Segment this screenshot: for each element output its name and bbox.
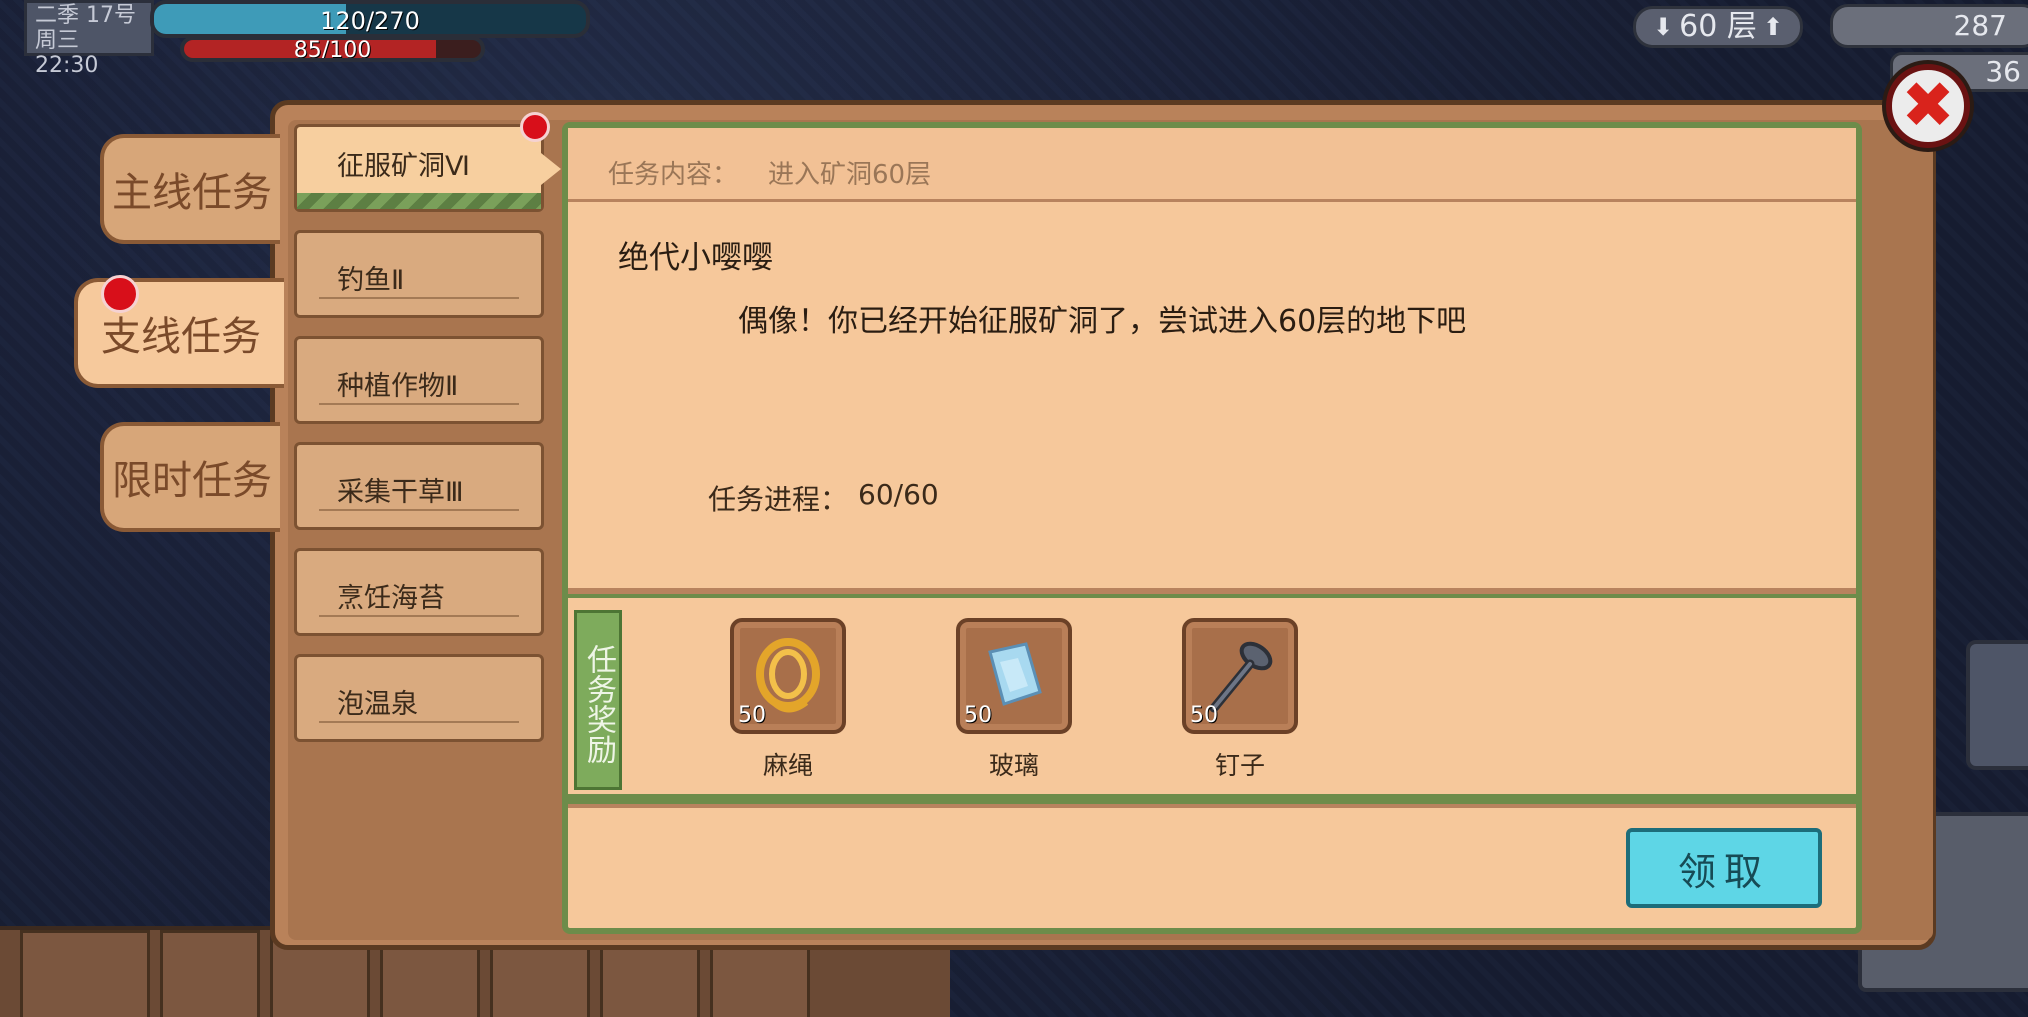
floor-indicator[interactable]: ⬇ 60 层 ⬆ — [1633, 6, 1803, 48]
reward-item-rope[interactable]: 50 麻绳 — [730, 618, 846, 782]
item-quantity: 50 — [738, 703, 766, 728]
item-slot[interactable]: 50 — [956, 618, 1072, 734]
task-item-planting[interactable]: 种植作物Ⅱ — [294, 336, 544, 424]
divider — [568, 588, 1856, 598]
item-quantity: 50 — [964, 703, 992, 728]
weekday-time: 周三 22:30 — [35, 28, 99, 78]
divider — [319, 721, 519, 723]
notification-dot — [520, 112, 550, 142]
toolbar-slot[interactable] — [160, 930, 260, 1017]
tab-limited-quests[interactable]: 限时任务 — [100, 422, 280, 532]
content-value: 进入矿洞60层 — [768, 160, 932, 190]
tab-label: 主线任务 — [112, 170, 272, 216]
task-label: 种植作物Ⅱ — [337, 371, 459, 402]
season-day: 二季 17号 — [35, 3, 136, 28]
progress-value: 60/60 — [858, 478, 939, 511]
tab-label: 支线任务 — [101, 314, 261, 360]
task-label: 泡温泉 — [337, 689, 418, 720]
tab-main-quests[interactable]: 主线任务 — [100, 134, 280, 244]
backpack-slot[interactable] — [20, 930, 150, 1017]
energy-bar: 85/100 — [180, 36, 485, 62]
close-icon: ✖ — [1901, 69, 1955, 143]
task-list: 征服矿洞Ⅵ 钓鱼Ⅱ 种植作物Ⅱ 采集干草Ⅲ 烹饪海苔 泡温泉 — [288, 112, 561, 940]
item-slot[interactable]: 50 — [1182, 618, 1298, 734]
task-label: 钓鱼Ⅱ — [337, 265, 405, 296]
progress-label: 任务进程： — [708, 483, 849, 516]
health-text: 120/270 — [320, 7, 420, 35]
divider — [568, 794, 1856, 808]
item-quantity: 50 — [1190, 703, 1218, 728]
divider — [319, 297, 519, 299]
divider — [319, 509, 519, 511]
item-slot[interactable]: 50 — [730, 618, 846, 734]
quest-description: 偶像！你已经开始征服矿洞了，尝试进入60层的地下吧 — [738, 304, 1467, 339]
tab-label: 限时任务 — [112, 458, 272, 504]
claim-button[interactable]: 领取 — [1626, 828, 1822, 908]
chat-button[interactable] — [1966, 640, 2028, 770]
health-bar: 120/270 — [150, 0, 590, 38]
task-item-hot-spring[interactable]: 泡温泉 — [294, 654, 544, 742]
arrow-down-icon[interactable]: ⬇ — [1653, 9, 1673, 45]
task-item-hay[interactable]: 采集干草Ⅲ — [294, 442, 544, 530]
task-item-fishing[interactable]: 钓鱼Ⅱ — [294, 230, 544, 318]
item-name: 玻璃 — [988, 751, 1039, 780]
energy-text: 85/100 — [293, 38, 372, 62]
quest-detail: 任务内容： 进入矿洞60层 绝代小嘤嘤 偶像！你已经开始征服矿洞了，尝试进入60… — [562, 122, 1862, 934]
close-button[interactable]: ✖ — [1886, 64, 1970, 148]
task-item-cook-seaweed[interactable]: 烹饪海苔 — [294, 548, 544, 636]
item-name: 钉子 — [1214, 751, 1265, 780]
selected-arrow — [541, 153, 561, 185]
money-display: 287 — [1830, 4, 2028, 48]
content-label: 任务内容： — [608, 160, 739, 190]
reward-item-nail[interactable]: 50 钉子 — [1182, 618, 1298, 782]
task-label: 征服矿洞Ⅵ — [337, 151, 470, 182]
task-item-conquer-mine[interactable]: 征服矿洞Ⅵ — [294, 124, 561, 212]
task-label: 采集干草Ⅲ — [337, 477, 464, 508]
selected-stripe — [297, 193, 541, 209]
floor-text: 60 层 — [1679, 9, 1757, 44]
item-name: 麻绳 — [762, 751, 813, 780]
reward-label: 任务奖励 — [574, 610, 622, 790]
reward-item-glass[interactable]: 50 玻璃 — [956, 618, 1072, 782]
date-time-panel: 二季 17号 周三 22:30 — [24, 0, 154, 78]
divider — [319, 615, 519, 617]
task-label: 烹饪海苔 — [337, 583, 445, 614]
npc-name: 绝代小嘤嘤 — [618, 240, 773, 276]
arrow-up-icon[interactable]: ⬆ — [1763, 9, 1783, 45]
detail-header: 任务内容： 进入矿洞60层 — [568, 128, 1856, 202]
notification-dot — [101, 275, 139, 313]
divider — [319, 403, 519, 405]
